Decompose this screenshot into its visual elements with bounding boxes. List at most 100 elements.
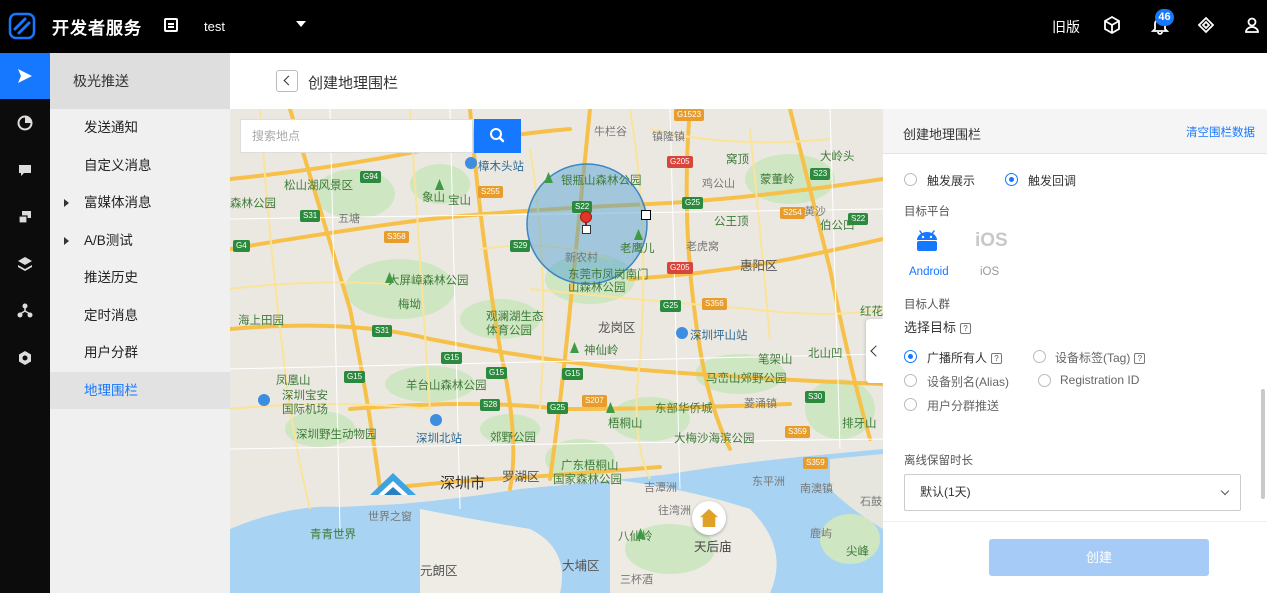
map-label: 老鹰儿 (620, 243, 655, 255)
map-label: 南澳镇 (800, 483, 833, 495)
nav-item-push-history[interactable]: 推送历史 (50, 259, 230, 297)
map-label: 凤凰山 (276, 375, 311, 387)
map-label: 罗湖区 (502, 470, 540, 484)
nav-item-segments[interactable]: 用户分群 (50, 334, 230, 372)
sidenav-title: 极光推送 (50, 53, 230, 109)
map-label: 黄沙 (804, 206, 826, 218)
alias-label[interactable]: 设备别名(Alias) (927, 373, 1009, 390)
create-button[interactable]: 创建 (989, 539, 1209, 576)
map-label: 尖峰 (846, 546, 869, 558)
fence-center-handle[interactable] (582, 225, 591, 234)
map-label: 梧桐山 (608, 418, 643, 430)
caret-down-icon[interactable] (296, 21, 306, 27)
user-icon[interactable] (1242, 15, 1262, 35)
regid-label[interactable]: Registration ID (1060, 373, 1139, 387)
help-icon[interactable]: ? (960, 323, 972, 334)
panel-scrollbar[interactable] (1261, 389, 1265, 499)
android-icon[interactable] (914, 227, 940, 253)
rail-item-network[interactable] (0, 288, 50, 334)
back-button[interactable] (276, 70, 298, 92)
old-version-link[interactable]: 旧版 (1052, 17, 1080, 37)
map-label: 牛栏谷 (594, 126, 627, 138)
android-label[interactable]: Android (909, 266, 949, 278)
map-label: 伯公凹 (820, 220, 855, 232)
layers-icon (18, 257, 32, 271)
rail-item-layers[interactable] (0, 241, 50, 287)
rail-item-screens[interactable] (0, 194, 50, 240)
fence-center-marker[interactable] (580, 211, 592, 223)
segment-label[interactable]: 用户分群推送 (927, 397, 999, 414)
logo-icon[interactable] (8, 12, 36, 40)
rail-item-stats[interactable] (0, 100, 50, 146)
map-label: 国际机场 (282, 404, 328, 416)
cube-icon[interactable] (1102, 15, 1122, 35)
map-label: 马峦山郊野公园 (706, 373, 787, 385)
map-label: 五塘 (338, 213, 360, 225)
fence-radius-handle[interactable] (641, 210, 651, 220)
help-icon[interactable]: ? (1134, 353, 1146, 364)
send-icon (18, 69, 32, 83)
map-canvas[interactable]: 搜索地点 G1523 G94 S31 G4 S255 S22 S29 S358 … (230, 109, 883, 593)
panel-collapse-button[interactable] (866, 319, 883, 383)
nav-item-ab-test[interactable]: A/B测试 (50, 222, 230, 260)
tag-radio[interactable] (1033, 350, 1046, 363)
road-shield: G205 (667, 156, 693, 168)
nav-item-rich-media[interactable]: 富媒体消息 (50, 184, 230, 222)
temple-icon (692, 501, 726, 535)
settings-icon (19, 351, 31, 365)
brand-name[interactable]: 开发者服务 (52, 14, 142, 39)
trigger-display-label[interactable]: 触发展示 (927, 172, 975, 189)
clear-fence-link[interactable]: 清空围栏数据 (1186, 124, 1255, 140)
ios-label[interactable]: iOS (980, 266, 999, 278)
trigger-display-radio[interactable] (904, 173, 917, 186)
nav-item-geofence[interactable]: 地理围栏 (50, 371, 230, 409)
map-label: 菱涌镇 (744, 398, 777, 410)
road-shield: S356 (702, 298, 727, 310)
map-label: 鹿屿 (810, 528, 832, 540)
offline-duration-select[interactable]: 默认(1天) (904, 474, 1241, 511)
road-shield: S31 (300, 210, 321, 222)
alias-radio[interactable] (904, 374, 917, 387)
broadcast-option[interactable]: 广播所有人? (927, 349, 1003, 366)
side-nav: 极光推送 发送通知 自定义消息 富媒体消息 A/B测试 推送历史 定时消息 用户… (50, 53, 230, 593)
panel-title: 创建地理围栏 (903, 127, 982, 142)
broadcast-radio[interactable] (904, 350, 917, 363)
tag-option[interactable]: 设备标签(Tag)? (1055, 349, 1146, 366)
regid-radio[interactable] (1038, 374, 1051, 387)
map-label: 东平洲 (752, 476, 785, 488)
map-label-city: 深圳市 (440, 475, 486, 492)
app-switch-icon[interactable] (164, 18, 178, 32)
offline-duration-label: 离线保留时长 (904, 455, 973, 467)
diamond-icon[interactable] (1196, 15, 1216, 35)
map-label: 龙岗区 (598, 321, 636, 335)
rail-item-messages[interactable] (0, 147, 50, 193)
road-shield: S30 (805, 391, 826, 403)
rail-item-push[interactable] (0, 53, 50, 99)
expand-arrow-icon[interactable] (64, 199, 69, 207)
help-icon[interactable]: ? (991, 353, 1003, 364)
map-label: 石鼓 (860, 496, 882, 508)
trigger-callback-label[interactable]: 触发回调 (1028, 172, 1076, 189)
pie-chart-icon (17, 115, 33, 131)
segment-radio[interactable] (904, 398, 917, 411)
map-label: 吉潭洲 (644, 482, 677, 494)
nav-item-scheduled[interactable]: 定时消息 (50, 297, 230, 335)
select-target-label: 选择目标? (904, 317, 972, 336)
road-shield: S31 (372, 325, 393, 337)
map-label: 象山 (422, 192, 445, 204)
ios-icon[interactable]: iOS (975, 230, 1008, 252)
expand-arrow-icon[interactable] (64, 236, 69, 245)
map-label: 公王顶 (714, 216, 749, 228)
map-label: 宝山 (448, 195, 471, 207)
nav-item-send-notification[interactable]: 发送通知 (50, 109, 230, 147)
nav-item-custom-message[interactable]: 自定义消息 (50, 147, 230, 185)
app-selector[interactable]: test (204, 19, 225, 34)
road-shield: S359 (785, 426, 810, 438)
trigger-callback-radio[interactable] (1005, 173, 1018, 186)
map-label: 大埔区 (562, 559, 600, 573)
map-search-input[interactable]: 搜索地点 (240, 119, 473, 153)
map-search-button[interactable] (474, 119, 521, 153)
rail-item-settings[interactable] (0, 335, 50, 381)
map-label: 三杯酒 (620, 574, 653, 586)
road-shield: G15 (486, 367, 508, 379)
